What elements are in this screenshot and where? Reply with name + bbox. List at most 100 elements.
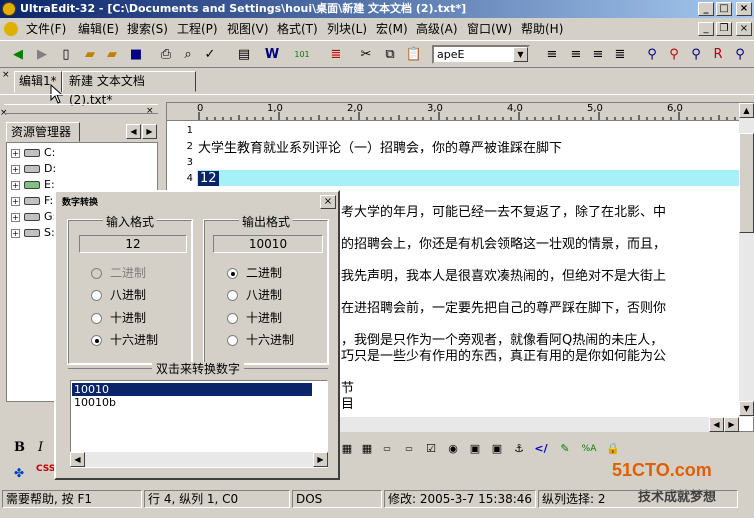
menu-window[interactable]: 窗口(W) [467, 21, 512, 37]
expand-icon[interactable]: + [11, 196, 20, 206]
open-recent-icon[interactable]: ▰ [102, 45, 122, 65]
result-item[interactable]: 10010 [72, 383, 312, 396]
menu-column[interactable]: 列块(L) [327, 21, 367, 37]
output-radio-octal[interactable]: 八进制 [227, 287, 282, 303]
dialog-title[interactable]: 数字转换 [58, 194, 336, 212]
grid-icon[interactable]: ▦ [358, 440, 376, 458]
line-numbers-icon[interactable]: ≣ [326, 45, 346, 65]
edit-icon[interactable]: ✎ [556, 440, 574, 458]
result-hscroll[interactable]: ◀ ▶ [70, 452, 328, 467]
cut-icon[interactable]: ✂ [356, 45, 376, 65]
result-item[interactable]: 10010b [72, 396, 312, 409]
align-right-icon[interactable]: ≡ [588, 45, 608, 65]
textbox-icon[interactable]: ▭ [378, 440, 396, 458]
anchor-icon[interactable]: ⚓ [510, 440, 528, 458]
menu-help[interactable]: 帮助(H) [521, 21, 563, 37]
menu-format[interactable]: 格式(T) [277, 21, 318, 37]
doc-icon[interactable] [4, 22, 18, 36]
properties-icon[interactable]: ▤ [234, 45, 254, 65]
expand-icon[interactable]: + [11, 148, 20, 158]
copy-icon[interactable]: ⧉ [380, 45, 400, 65]
table-icon[interactable]: ▦ [338, 440, 356, 458]
tree-node-e[interactable]: + E: [11, 177, 55, 193]
tab-new-text-document[interactable]: 新建 文本文档 (2).txt* [62, 71, 196, 107]
minimize-button[interactable]: _ [698, 2, 714, 16]
menu-search[interactable]: 搜索(S) [127, 21, 168, 37]
mdi-minimize-button[interactable]: _ [698, 22, 714, 36]
tree-node-c[interactable]: + C: [11, 145, 55, 161]
scroll-up-button[interactable]: ▲ [739, 103, 754, 118]
replace-icon[interactable]: R [708, 45, 728, 65]
vertical-scrollbar[interactable]: ▲ ▼ [739, 103, 754, 417]
tree-node-f[interactable]: + F: [11, 193, 53, 209]
font-select[interactable]: apeE ▼ [432, 45, 530, 64]
justify-icon[interactable]: ≣ [610, 45, 630, 65]
pane-grip[interactable] [4, 104, 158, 114]
input-icon[interactable]: ▭ [400, 440, 418, 458]
close-tag-icon[interactable]: </ [532, 440, 550, 458]
scroll-thumb[interactable] [739, 133, 754, 233]
align-center-icon[interactable]: ≡ [566, 45, 586, 65]
scroll-right-button[interactable]: ▶ [724, 417, 739, 432]
open-folder-icon[interactable]: ▰ [80, 45, 100, 65]
italic-button[interactable]: I [38, 440, 43, 455]
expand-icon[interactable]: + [11, 228, 20, 238]
menu-view[interactable]: 视图(V) [227, 21, 269, 37]
tree-node-s[interactable]: + S: [11, 225, 55, 241]
align-left-icon[interactable]: ≡ [542, 45, 562, 65]
menu-file[interactable]: 文件(F) [26, 21, 66, 37]
tab-close-icon[interactable]: × [2, 70, 12, 80]
dialog-close-button[interactable]: × [320, 195, 336, 209]
menu-advanced[interactable]: 高级(A) [416, 21, 458, 37]
pane-close-x-icon[interactable]: × [146, 106, 154, 116]
new-file-icon[interactable]: ▯ [56, 45, 76, 65]
mdi-close-button[interactable]: × [736, 22, 752, 36]
input-radio-hex[interactable]: 十六进制 [91, 332, 158, 348]
checkbox-icon[interactable]: ☑ [422, 440, 440, 458]
save-icon[interactable]: ■ [126, 45, 146, 65]
find-prev-icon[interactable]: ⚲ [686, 45, 706, 65]
scroll-down-button[interactable]: ▼ [739, 401, 754, 416]
spell-check-icon[interactable]: ✓ [200, 45, 220, 65]
scroll-left-button[interactable]: ◀ [70, 452, 85, 467]
print-preview-icon[interactable]: ⌕ [178, 45, 198, 65]
maximize-button[interactable]: □ [716, 2, 732, 16]
output-radio-hex[interactable]: 十六进制 [227, 332, 294, 348]
back-arrow-icon[interactable]: ◀ [8, 45, 28, 65]
image-map-icon[interactable]: ▣ [488, 440, 506, 458]
expand-icon[interactable]: + [11, 212, 20, 222]
input-radio-decimal[interactable]: 十进制 [91, 310, 146, 326]
lock-icon[interactable]: 🔒 [604, 440, 622, 458]
image-icon[interactable]: ▣ [466, 440, 484, 458]
menu-edit[interactable]: 编辑(E) [78, 21, 119, 37]
tree-node-d[interactable]: + D: [11, 161, 56, 177]
find-icon[interactable]: ⚲ [642, 45, 662, 65]
scroll-left-button[interactable]: ◀ [709, 417, 724, 432]
special-char-icon[interactable]: %A [580, 440, 598, 458]
chevron-down-icon[interactable]: ▼ [513, 47, 528, 62]
output-radio-binary[interactable]: 二进制 [227, 265, 282, 281]
close-button[interactable]: × [736, 2, 752, 16]
expand-icon[interactable]: + [11, 180, 20, 190]
color-icon[interactable]: ✤ [14, 466, 24, 480]
scroll-right-button[interactable]: ▶ [313, 452, 328, 467]
forward-arrow-icon[interactable]: ▶ [32, 45, 52, 65]
expand-icon[interactable]: + [11, 164, 20, 174]
menu-macro[interactable]: 宏(M) [376, 21, 408, 37]
explorer-tab[interactable]: 资源管理器 [6, 122, 80, 142]
radio-icon[interactable]: ◉ [444, 440, 462, 458]
app-icon[interactable] [2, 2, 16, 16]
paste-icon[interactable]: 📋 [404, 45, 424, 65]
input-radio-binary[interactable]: 二进制 [91, 265, 146, 281]
mdi-restore-button[interactable]: ❐ [716, 22, 732, 36]
bold-button[interactable]: B [14, 440, 25, 455]
menu-project[interactable]: 工程(P) [177, 21, 218, 37]
output-radio-decimal[interactable]: 十进制 [227, 310, 282, 326]
hex-mode-icon[interactable]: 101 [292, 45, 312, 65]
scroll-right-button[interactable]: ▶ [142, 124, 157, 139]
tree-node-g[interactable]: + G: [11, 209, 56, 225]
scroll-left-button[interactable]: ◀ [126, 124, 141, 139]
input-radio-octal[interactable]: 八进制 [91, 287, 146, 303]
css-icon[interactable]: CSS [36, 464, 55, 474]
find-in-files-icon[interactable]: ⚲ [730, 45, 750, 65]
